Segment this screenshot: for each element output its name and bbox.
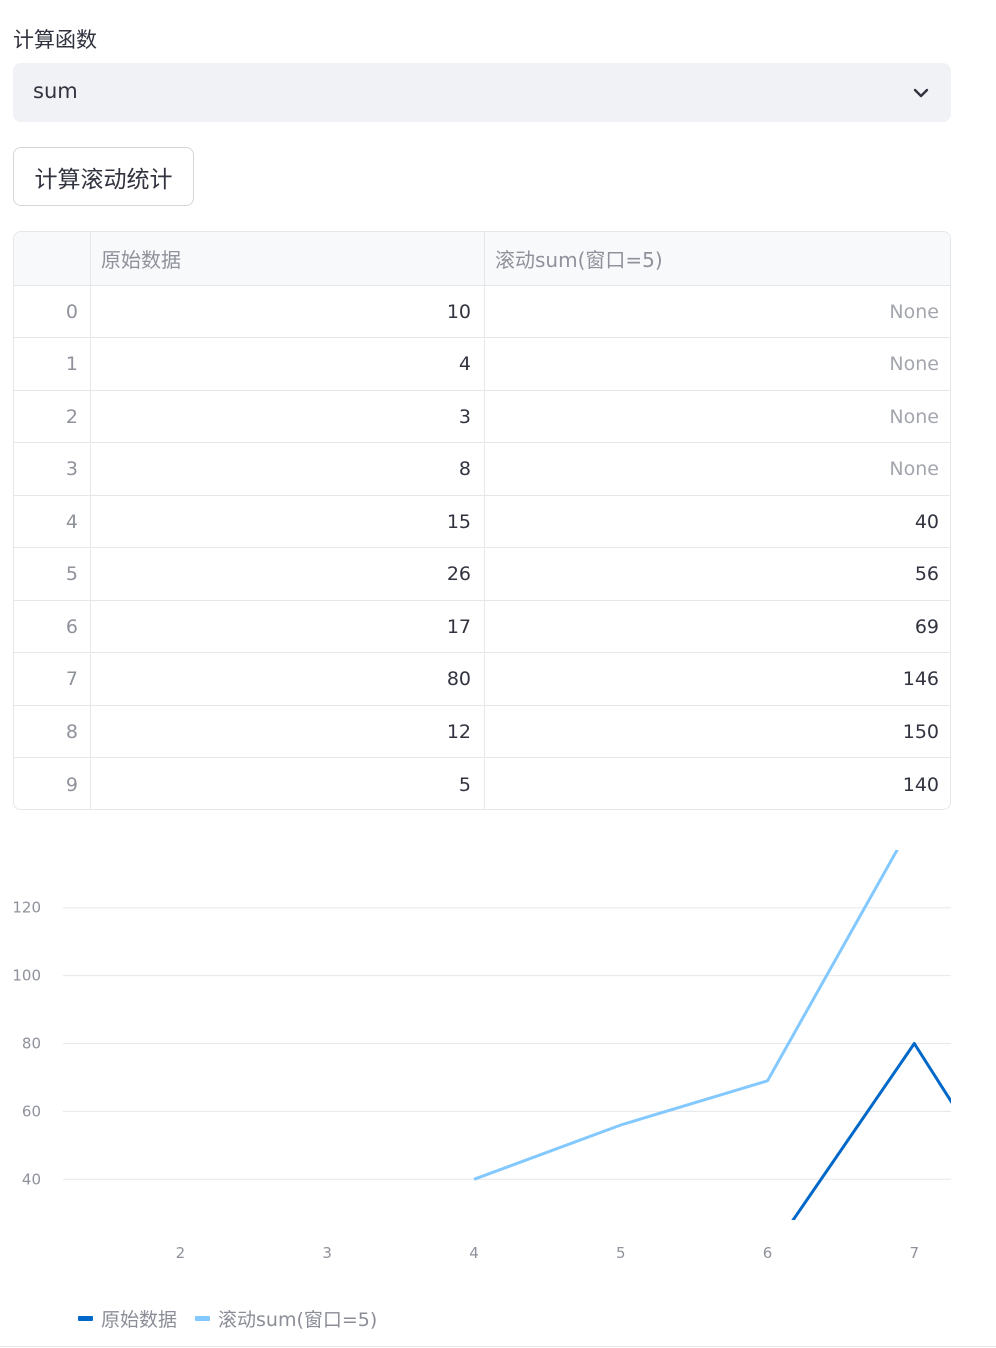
cell-rolling[interactable]: None — [485, 339, 950, 390]
row-index[interactable]: 1 — [14, 338, 91, 390]
cell-rolling[interactable]: 56 — [485, 549, 950, 600]
legend-label: 滚动sum(窗口=5) — [218, 1309, 378, 1331]
y-tick-label: 60 — [22, 1102, 41, 1120]
x-tick-label: 6 — [763, 1244, 773, 1262]
chart-svg: 40 60 80 100 120 2 3 4 5 6 7 — [0, 820, 996, 1305]
y-tick-label: 80 — [22, 1034, 41, 1052]
cell-rolling[interactable]: None — [485, 286, 950, 337]
cell-raw[interactable]: 8 — [91, 443, 485, 495]
table-row: 2 3 None — [14, 391, 950, 443]
line-chart: 40 60 80 100 120 2 3 4 5 6 7 — [0, 820, 996, 1348]
x-tick-label: 5 — [616, 1244, 626, 1262]
cell-raw[interactable]: 26 — [91, 548, 485, 600]
x-tick-label: 7 — [910, 1244, 920, 1262]
series-line-0[interactable] — [0, 1042, 996, 1305]
x-tick-label: 3 — [322, 1244, 332, 1262]
cell-rolling[interactable]: 69 — [485, 601, 950, 652]
table-row: 4 15 40 — [14, 496, 950, 548]
header-rolling-sum[interactable]: 滚动sum(窗口=5) — [485, 232, 950, 285]
header-raw-data[interactable]: 原始数据 — [91, 232, 485, 285]
legend-item[interactable]: 滚动sum(窗口=5) — [195, 1305, 377, 1332]
y-tick-label: 40 — [22, 1170, 41, 1188]
cell-raw[interactable]: 15 — [91, 496, 485, 547]
row-index[interactable]: 6 — [14, 601, 91, 652]
legend-item[interactable]: 原始数据 — [78, 1305, 177, 1332]
legend-label: 原始数据 — [101, 1309, 178, 1331]
chart-legend: 原始数据 滚动sum(窗口=5) — [78, 1305, 395, 1332]
compute-rolling-button[interactable]: 计算滚动统计 — [13, 147, 194, 206]
legend-swatch — [78, 1316, 93, 1321]
y-tick-label: 100 — [12, 967, 41, 985]
series-line-1[interactable] — [473, 820, 996, 1181]
cell-rolling[interactable]: 146 — [485, 654, 950, 705]
table-row: 7 80 146 — [14, 653, 950, 706]
cell-raw[interactable]: 5 — [91, 758, 485, 809]
row-index[interactable]: 7 — [14, 653, 91, 705]
cell-raw[interactable]: 17 — [91, 601, 485, 652]
row-index[interactable]: 5 — [14, 548, 91, 600]
cell-raw[interactable]: 4 — [91, 338, 485, 390]
row-index[interactable]: 9 — [14, 758, 91, 809]
cell-rolling[interactable]: None — [485, 444, 950, 495]
x-tick-label: 4 — [469, 1244, 479, 1262]
cell-raw[interactable]: 12 — [91, 706, 485, 757]
row-index[interactable]: 8 — [14, 706, 91, 757]
row-index[interactable]: 4 — [14, 496, 91, 547]
table-row: 8 12 150 — [14, 706, 950, 758]
select-value: sum — [33, 79, 78, 103]
cell-rolling[interactable]: 150 — [485, 706, 950, 757]
header-index — [14, 232, 91, 285]
table-header: 原始数据 滚动sum(窗口=5) — [14, 232, 950, 286]
y-tick-label: 120 — [12, 899, 41, 917]
table-row: 0 10 None — [14, 286, 950, 338]
select-label: 计算函数 — [13, 28, 97, 52]
table-row: 6 17 69 — [14, 601, 950, 653]
cell-raw[interactable]: 80 — [91, 653, 485, 705]
x-tick-label: 2 — [176, 1244, 186, 1262]
cell-rolling[interactable]: None — [485, 391, 950, 442]
row-index[interactable]: 3 — [14, 443, 91, 495]
bottom-divider — [0, 1346, 996, 1347]
legend-swatch — [195, 1316, 211, 1321]
data-table[interactable]: 原始数据 滚动sum(窗口=5) 0 10 None 1 4 None 2 3 None 3 8 No… — [13, 231, 951, 810]
table-row: 5 26 56 — [14, 548, 950, 601]
cell-raw[interactable]: 3 — [91, 391, 485, 442]
row-index[interactable]: 2 — [14, 391, 91, 442]
table-row: 9 5 140 — [14, 758, 950, 810]
cell-raw[interactable]: 10 — [91, 286, 485, 337]
cell-rolling[interactable]: 140 — [485, 759, 950, 810]
row-index[interactable]: 0 — [14, 286, 91, 337]
chevron-down-icon — [913, 88, 929, 98]
cell-rolling[interactable]: 40 — [485, 496, 950, 547]
table-row: 1 4 None — [14, 338, 950, 391]
function-select[interactable]: sum — [13, 63, 951, 122]
table-row: 3 8 None — [14, 443, 950, 496]
